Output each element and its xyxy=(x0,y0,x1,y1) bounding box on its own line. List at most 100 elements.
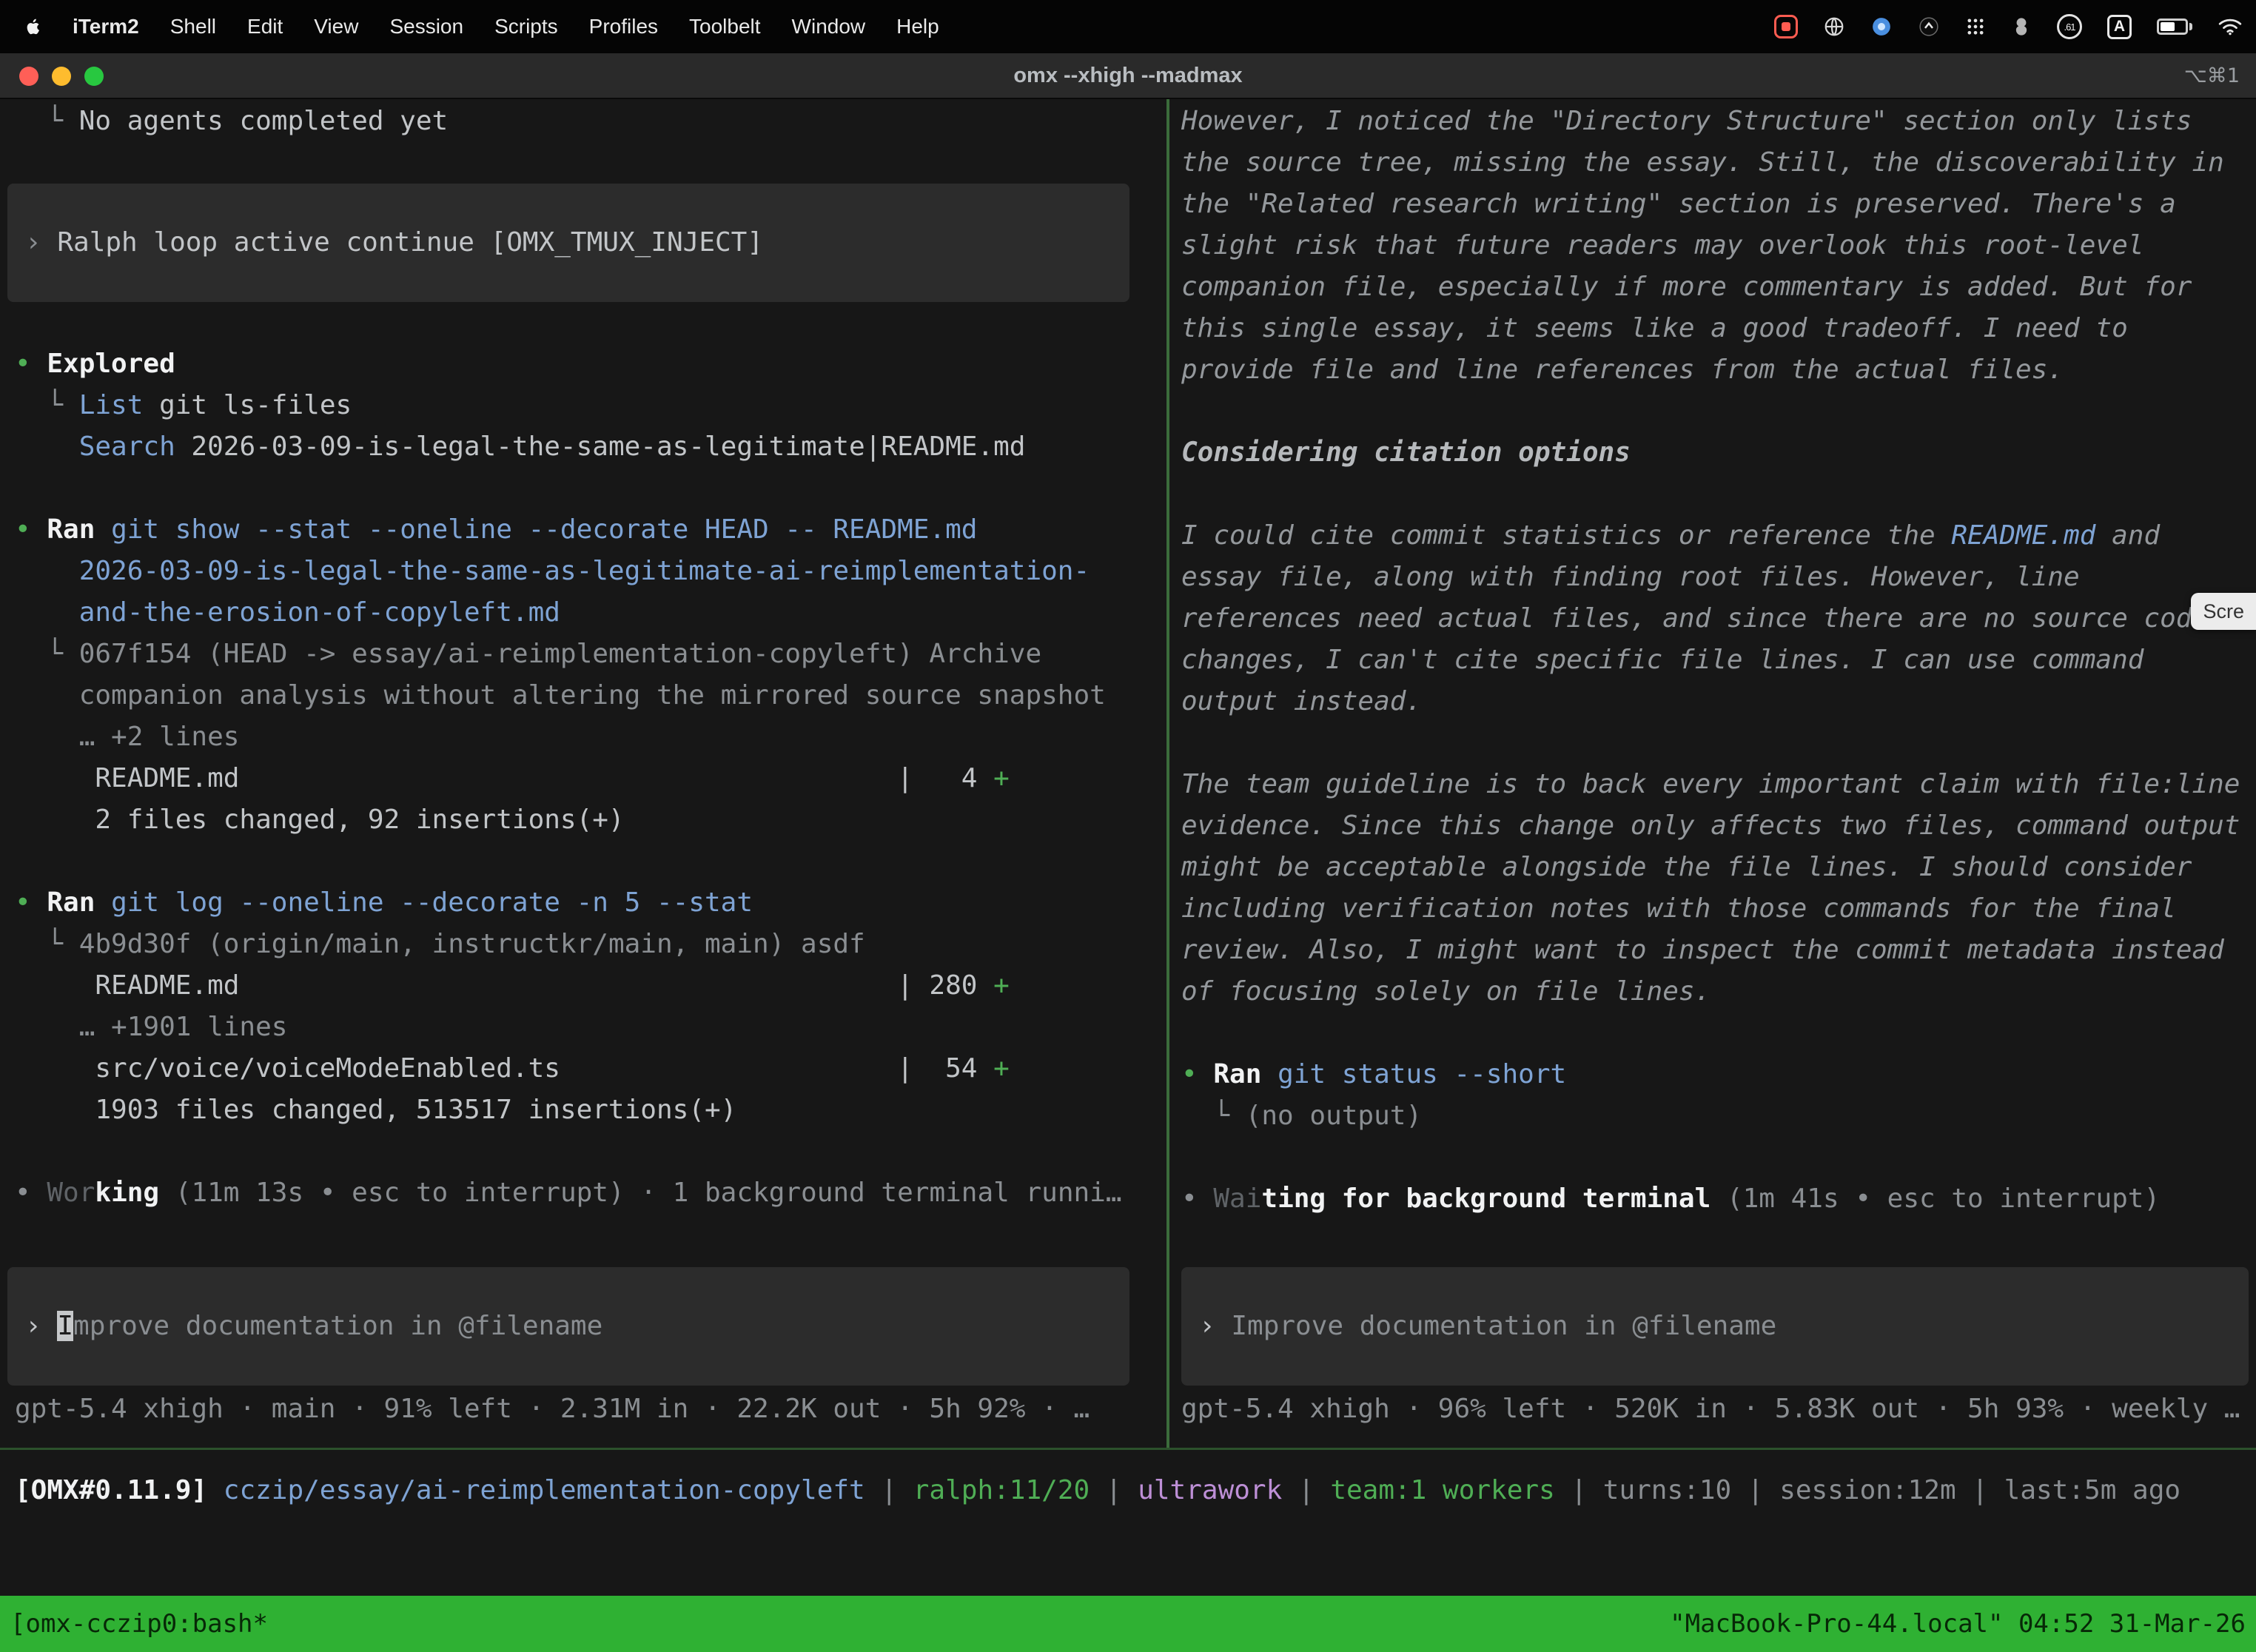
minimize-window-button[interactable] xyxy=(52,67,71,86)
screen-recording-indicator-icon[interactable] xyxy=(1774,15,1798,38)
menu-item-scripts[interactable]: Scripts xyxy=(494,15,558,38)
menu-item-window[interactable]: Window xyxy=(792,15,866,38)
terminal-line: of focusing solely on file lines. xyxy=(1181,971,2256,1013)
window-title: omx --xhigh --madmax xyxy=(0,64,2256,88)
zoom-window-button[interactable] xyxy=(84,67,104,86)
app-badge-icon[interactable] xyxy=(2011,16,2032,38)
text-segment: of focusing solely on file lines. xyxy=(1181,976,1711,1007)
text-segment: README.md | 4 xyxy=(15,763,993,793)
menu-bar: iTerm2 Shell Edit View Session Scripts Profile… xyxy=(0,0,2256,53)
text-segment: [OMX#0.11.9] xyxy=(15,1475,224,1505)
terminal-line: • Explored xyxy=(15,343,1166,385)
text-segment: └ (no output) xyxy=(1181,1101,1422,1131)
terminal-line: • Working (11m 13s • esc to interrupt) ·… xyxy=(15,1172,1166,1214)
text-segment: • xyxy=(15,514,47,545)
text-segment: … +2 lines xyxy=(15,722,239,752)
menu-item-profiles[interactable]: Profiles xyxy=(589,15,658,38)
tmux-session-label: [omx-cczip0:bash* xyxy=(10,1609,268,1639)
text-segment: › xyxy=(25,227,57,258)
command-input[interactable]: › Improve documentation in @filename xyxy=(7,1267,1129,1386)
text-segment: Improve documentation in @filename xyxy=(1231,1311,1776,1341)
terminal-line: the source tree, missing the essay. Stil… xyxy=(1181,142,2256,184)
terminal-line: I could cite commit statistics or refere… xyxy=(1181,515,2256,557)
text-segment: • xyxy=(15,887,47,918)
text-segment: The team guideline is to back every impo… xyxy=(1181,769,2240,799)
apple-menu-icon[interactable] xyxy=(22,16,41,38)
blue-app-icon[interactable] xyxy=(1870,16,1893,38)
text-segment: | xyxy=(1731,1475,1779,1505)
globe-icon[interactable] xyxy=(1823,16,1845,38)
text-segment: and xyxy=(2095,520,2160,551)
text-segment: essay file, along with finding root file… xyxy=(1181,562,2080,592)
text-segment: git ls-files xyxy=(143,390,352,420)
text-segment: changes, I can't cite specific file line… xyxy=(1181,645,2143,675)
terminal-line: … +2 lines xyxy=(15,716,1166,758)
terminal-line: review. Also, I might want to inspect th… xyxy=(1181,930,2256,971)
terminal-line: evidence. Since this change only affects… xyxy=(1181,805,2256,847)
terminal-line: companion file, especially if more comme… xyxy=(1181,266,2256,308)
text-segment xyxy=(15,432,79,462)
terminal-line: └ 4b9d30f (origin/main, instructkr/main,… xyxy=(15,924,1166,965)
pane-divider[interactable] xyxy=(1166,99,1169,1448)
text-segment: I could cite commit statistics or refere… xyxy=(1181,520,1951,551)
input-source-icon[interactable]: A xyxy=(2107,15,2132,39)
menu-item-view[interactable]: View xyxy=(314,15,358,38)
menu-item-iterm2[interactable]: iTerm2 xyxy=(73,15,139,38)
text-segment: | xyxy=(1555,1475,1603,1505)
menu-item-shell[interactable]: Shell xyxy=(170,15,216,38)
terminal-line: including verification notes with those … xyxy=(1181,888,2256,930)
terminal-line: 1903 files changed, 513517 insertions(+) xyxy=(15,1089,1166,1131)
menu-item-toolbelt[interactable]: Toolbelt xyxy=(689,15,761,38)
text-segment: the "Related research writing" section i… xyxy=(1181,189,2176,219)
text-segment: | xyxy=(865,1475,913,1505)
text-segment: mprove documentation in @filename xyxy=(73,1311,602,1341)
window-title-bar[interactable]: omx --xhigh --madmax ⌥⌘1 xyxy=(0,53,2256,99)
terminal-line: However, I noticed the "Directory Struct… xyxy=(1181,101,2256,142)
menu-item-help[interactable]: Help xyxy=(896,15,939,38)
text-segment: No agents completed yet xyxy=(79,106,449,136)
close-window-button[interactable] xyxy=(19,67,38,86)
terminal-line: essay file, along with finding root file… xyxy=(1181,557,2256,598)
right-agent-pane: However, I noticed the "Directory Struct… xyxy=(1172,101,2256,1449)
blank-line xyxy=(15,142,1166,184)
text-segment: I xyxy=(57,1311,73,1341)
terminal-line: The team guideline is to back every impo… xyxy=(1181,764,2256,805)
input-source-label: A xyxy=(2107,15,2132,39)
text-segment: (11m 13s • esc to interrupt) · 1 backgro… xyxy=(159,1178,1121,1208)
terminal-line: 2 files changed, 92 insertions(+) xyxy=(15,799,1166,841)
menu-item-session[interactable]: Session xyxy=(389,15,463,38)
terminal-line: … +1901 lines xyxy=(15,1007,1166,1048)
battery-gauge-icon[interactable]: .61 xyxy=(2057,14,2082,39)
omx-status-line: [OMX#0.11.9] cczip/essay/ai-reimplementa… xyxy=(15,1470,2256,1511)
command-input[interactable]: › Improve documentation in @filename xyxy=(1181,1267,2249,1386)
text-segment: • xyxy=(15,1178,47,1208)
text-segment: 067f154 (HEAD -> essay/ai-reimplementati… xyxy=(79,639,1041,669)
terminal-line: └ 067f154 (HEAD -> essay/ai-reimplementa… xyxy=(15,634,1166,675)
text-segment: output instead. xyxy=(1181,686,1422,716)
text-segment: README.md xyxy=(1951,520,2095,551)
grid-icon[interactable] xyxy=(1965,16,1986,37)
terminal-line: provide file and line references from th… xyxy=(1181,349,2256,391)
screen-edge-button[interactable]: Scre xyxy=(2191,593,2256,630)
menu-item-edit[interactable]: Edit xyxy=(247,15,283,38)
battery-icon[interactable] xyxy=(2157,19,2192,35)
terminal-line: companion analysis without altering the … xyxy=(15,675,1166,716)
text-segment: the source tree, missing the essay. Stil… xyxy=(1181,147,2224,178)
terminal-line: └ List git ls-files xyxy=(15,385,1166,426)
text-segment: Ralph loop active continue [OMX_TMUX_INJ… xyxy=(57,227,763,258)
text-segment: › xyxy=(1199,1311,1231,1341)
wifi-icon[interactable] xyxy=(2218,17,2243,36)
text-segment: this single essay, it seems like a good … xyxy=(1181,313,2128,343)
text-segment: + xyxy=(993,763,1010,793)
text-segment: src/voice/voiceModeEnabled.ts | 54 xyxy=(15,1053,993,1084)
dark-app-icon[interactable] xyxy=(1918,16,1940,38)
battery-gauge-label: .61 xyxy=(2064,21,2075,33)
text-segment: › xyxy=(25,1311,57,1341)
text-segment: evidence. Since this change only affects… xyxy=(1181,810,2240,841)
text-segment: Ran xyxy=(47,514,95,545)
text-segment: + xyxy=(993,970,1010,1001)
text-segment: … +1901 lines xyxy=(15,1012,287,1042)
tmux-status-bar: [omx-cczip0:bash* "MacBook-Pro-44.local"… xyxy=(0,1596,2256,1652)
text-segment: Wai xyxy=(1213,1183,1261,1214)
text-segment: turns:10 xyxy=(1603,1475,1731,1505)
